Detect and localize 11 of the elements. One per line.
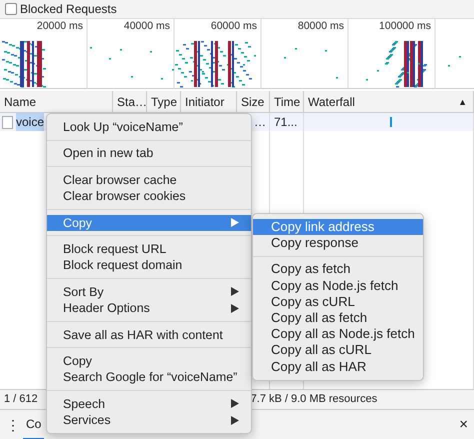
- table-cell: 71...: [274, 115, 298, 129]
- status-text: 7.7 kB / 9.0 MB resources: [250, 392, 378, 408]
- tick-label: 20000 ms: [36, 20, 83, 32]
- tick-label: 40000 ms: [124, 20, 170, 32]
- sort-indicator: ▲: [458, 96, 468, 109]
- table-cell: voice: [16, 113, 44, 131]
- status-text: 1 / 612: [4, 392, 38, 408]
- tick-label: 80000 ms: [298, 20, 344, 32]
- tick-label: 60000 ms: [210, 20, 257, 32]
- table-cell: …: [254, 115, 266, 129]
- tick-label: 100000 ms: [379, 20, 431, 32]
